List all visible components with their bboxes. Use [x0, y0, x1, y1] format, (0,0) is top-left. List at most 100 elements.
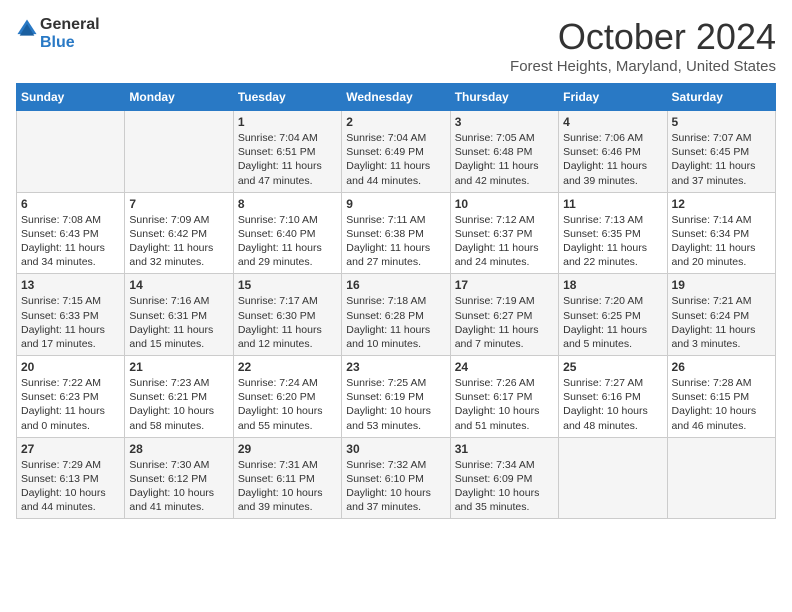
cell-content: Sunrise: 7:27 AM Sunset: 6:16 PM Dayligh…	[563, 376, 662, 433]
day-number: 17	[455, 278, 554, 292]
cell-content: Sunrise: 7:24 AM Sunset: 6:20 PM Dayligh…	[238, 376, 337, 433]
logo-general: General	[40, 16, 100, 34]
day-number: 15	[238, 278, 337, 292]
weekday-header: Monday	[125, 84, 233, 111]
calendar-cell: 6 Sunrise: 7:08 AM Sunset: 6:43 PM Daylig…	[17, 192, 125, 274]
day-number: 24	[455, 360, 554, 374]
calendar-week-row: 27 Sunrise: 7:29 AM Sunset: 6:13 PM Dayli…	[17, 437, 776, 519]
calendar-cell: 31 Sunrise: 7:34 AM Sunset: 6:09 PM Dayli…	[450, 437, 558, 519]
cell-content: Sunrise: 7:06 AM Sunset: 6:46 PM Dayligh…	[563, 131, 662, 188]
logo-blue: Blue	[40, 34, 100, 52]
day-number: 8	[238, 197, 337, 211]
logo-icon	[16, 18, 38, 40]
calendar-cell: 30 Sunrise: 7:32 AM Sunset: 6:10 PM Dayli…	[342, 437, 450, 519]
calendar-cell: 14Sunrise: 7:16 AM Sunset: 6:31 PM Dayli…	[125, 274, 233, 356]
month-title: October 2024	[510, 16, 776, 58]
calendar-cell: 7 Sunrise: 7:09 AM Sunset: 6:42 PM Daylig…	[125, 192, 233, 274]
calendar-cell: 25 Sunrise: 7:27 AM Sunset: 6:16 PM Dayli…	[559, 356, 667, 438]
calendar-cell: 28 Sunrise: 7:30 AM Sunset: 6:12 PM Dayli…	[125, 437, 233, 519]
day-number: 31	[455, 442, 554, 456]
day-number: 3	[455, 115, 554, 129]
weekday-header: Sunday	[17, 84, 125, 111]
cell-content: Sunrise: 7:09 AM Sunset: 6:42 PM Dayligh…	[129, 213, 228, 270]
cell-content: Sunrise: 7:04 AM Sunset: 6:51 PM Dayligh…	[238, 131, 337, 188]
calendar-week-row: 20 Sunrise: 7:22 AM Sunset: 6:23 PM Dayli…	[17, 356, 776, 438]
cell-content: Sunrise: 7:21 AM Sunset: 6:24 PM Dayligh…	[672, 294, 771, 351]
logo: General Blue	[16, 16, 100, 51]
day-number: 27	[21, 442, 120, 456]
cell-content: Sunrise: 7:34 AM Sunset: 6:09 PM Dayligh…	[455, 458, 554, 515]
day-number: 21	[129, 360, 228, 374]
day-number: 29	[238, 442, 337, 456]
calendar-cell: 1 Sunrise: 7:04 AM Sunset: 6:51 PM Daylig…	[233, 111, 341, 193]
day-number: 4	[563, 115, 662, 129]
calendar-cell: 26 Sunrise: 7:28 AM Sunset: 6:15 PM Dayli…	[667, 356, 775, 438]
cell-content: Sunrise: 7:29 AM Sunset: 6:13 PM Dayligh…	[21, 458, 120, 515]
day-number: 25	[563, 360, 662, 374]
calendar-body: 1 Sunrise: 7:04 AM Sunset: 6:51 PM Daylig…	[17, 111, 776, 519]
calendar-week-row: 13Sunrise: 7:15 AM Sunset: 6:33 PM Dayli…	[17, 274, 776, 356]
day-number: 28	[129, 442, 228, 456]
cell-content: Sunrise: 7:04 AM Sunset: 6:49 PM Dayligh…	[346, 131, 445, 188]
calendar-cell: 2 Sunrise: 7:04 AM Sunset: 6:49 PM Daylig…	[342, 111, 450, 193]
weekday-header: Wednesday	[342, 84, 450, 111]
cell-content: Sunrise: 7:30 AM Sunset: 6:12 PM Dayligh…	[129, 458, 228, 515]
calendar-week-row: 1 Sunrise: 7:04 AM Sunset: 6:51 PM Daylig…	[17, 111, 776, 193]
calendar-cell: 27 Sunrise: 7:29 AM Sunset: 6:13 PM Dayli…	[17, 437, 125, 519]
calendar-cell: 29Sunrise: 7:31 AM Sunset: 6:11 PM Dayli…	[233, 437, 341, 519]
cell-content: Sunrise: 7:08 AM Sunset: 6:43 PM Dayligh…	[21, 213, 120, 270]
calendar-cell: 13Sunrise: 7:15 AM Sunset: 6:33 PM Dayli…	[17, 274, 125, 356]
calendar-cell	[559, 437, 667, 519]
calendar-cell: 20 Sunrise: 7:22 AM Sunset: 6:23 PM Dayli…	[17, 356, 125, 438]
cell-content: Sunrise: 7:32 AM Sunset: 6:10 PM Dayligh…	[346, 458, 445, 515]
cell-content: Sunrise: 7:13 AM Sunset: 6:35 PM Dayligh…	[563, 213, 662, 270]
cell-content: Sunrise: 7:15 AM Sunset: 6:33 PM Dayligh…	[21, 294, 120, 351]
calendar-cell: 19 Sunrise: 7:21 AM Sunset: 6:24 PM Dayli…	[667, 274, 775, 356]
cell-content: Sunrise: 7:23 AM Sunset: 6:21 PM Dayligh…	[129, 376, 228, 433]
day-number: 9	[346, 197, 445, 211]
cell-content: Sunrise: 7:28 AM Sunset: 6:15 PM Dayligh…	[672, 376, 771, 433]
day-number: 16	[346, 278, 445, 292]
calendar-cell: 21 Sunrise: 7:23 AM Sunset: 6:21 PM Dayli…	[125, 356, 233, 438]
weekday-row: SundayMondayTuesdayWednesdayThursdayFrid…	[17, 84, 776, 111]
cell-content: Sunrise: 7:10 AM Sunset: 6:40 PM Dayligh…	[238, 213, 337, 270]
cell-content: Sunrise: 7:11 AM Sunset: 6:38 PM Dayligh…	[346, 213, 445, 270]
day-number: 14	[129, 278, 228, 292]
cell-content: Sunrise: 7:18 AM Sunset: 6:28 PM Dayligh…	[346, 294, 445, 351]
cell-content: Sunrise: 7:20 AM Sunset: 6:25 PM Dayligh…	[563, 294, 662, 351]
cell-content: Sunrise: 7:05 AM Sunset: 6:48 PM Dayligh…	[455, 131, 554, 188]
cell-content: Sunrise: 7:26 AM Sunset: 6:17 PM Dayligh…	[455, 376, 554, 433]
cell-content: Sunrise: 7:17 AM Sunset: 6:30 PM Dayligh…	[238, 294, 337, 351]
calendar-cell: 5Sunrise: 7:07 AM Sunset: 6:45 PM Daylig…	[667, 111, 775, 193]
cell-content: Sunrise: 7:25 AM Sunset: 6:19 PM Dayligh…	[346, 376, 445, 433]
calendar-cell: 22 Sunrise: 7:24 AM Sunset: 6:20 PM Dayli…	[233, 356, 341, 438]
day-number: 2	[346, 115, 445, 129]
location-title: Forest Heights, Maryland, United States	[510, 58, 776, 75]
calendar-cell: 8 Sunrise: 7:10 AM Sunset: 6:40 PM Daylig…	[233, 192, 341, 274]
day-number: 26	[672, 360, 771, 374]
calendar-cell: 17 Sunrise: 7:19 AM Sunset: 6:27 PM Dayli…	[450, 274, 558, 356]
calendar-cell	[125, 111, 233, 193]
day-number: 1	[238, 115, 337, 129]
page-header: General Blue October 2024 Forest Heights…	[16, 16, 776, 75]
day-number: 30	[346, 442, 445, 456]
cell-content: Sunrise: 7:12 AM Sunset: 6:37 PM Dayligh…	[455, 213, 554, 270]
day-number: 20	[21, 360, 120, 374]
cell-content: Sunrise: 7:22 AM Sunset: 6:23 PM Dayligh…	[21, 376, 120, 433]
calendar-cell: 18Sunrise: 7:20 AM Sunset: 6:25 PM Dayli…	[559, 274, 667, 356]
calendar-cell: 23 Sunrise: 7:25 AM Sunset: 6:19 PM Dayli…	[342, 356, 450, 438]
weekday-header: Thursday	[450, 84, 558, 111]
calendar-cell: 15 Sunrise: 7:17 AM Sunset: 6:30 PM Dayli…	[233, 274, 341, 356]
day-number: 6	[21, 197, 120, 211]
cell-content: Sunrise: 7:19 AM Sunset: 6:27 PM Dayligh…	[455, 294, 554, 351]
calendar-cell: 16 Sunrise: 7:18 AM Sunset: 6:28 PM Dayli…	[342, 274, 450, 356]
calendar-cell: 10Sunrise: 7:12 AM Sunset: 6:37 PM Dayli…	[450, 192, 558, 274]
day-number: 5	[672, 115, 771, 129]
day-number: 22	[238, 360, 337, 374]
day-number: 7	[129, 197, 228, 211]
cell-content: Sunrise: 7:14 AM Sunset: 6:34 PM Dayligh…	[672, 213, 771, 270]
day-number: 12	[672, 197, 771, 211]
title-section: October 2024 Forest Heights, Maryland, U…	[510, 16, 776, 75]
day-number: 19	[672, 278, 771, 292]
day-number: 23	[346, 360, 445, 374]
